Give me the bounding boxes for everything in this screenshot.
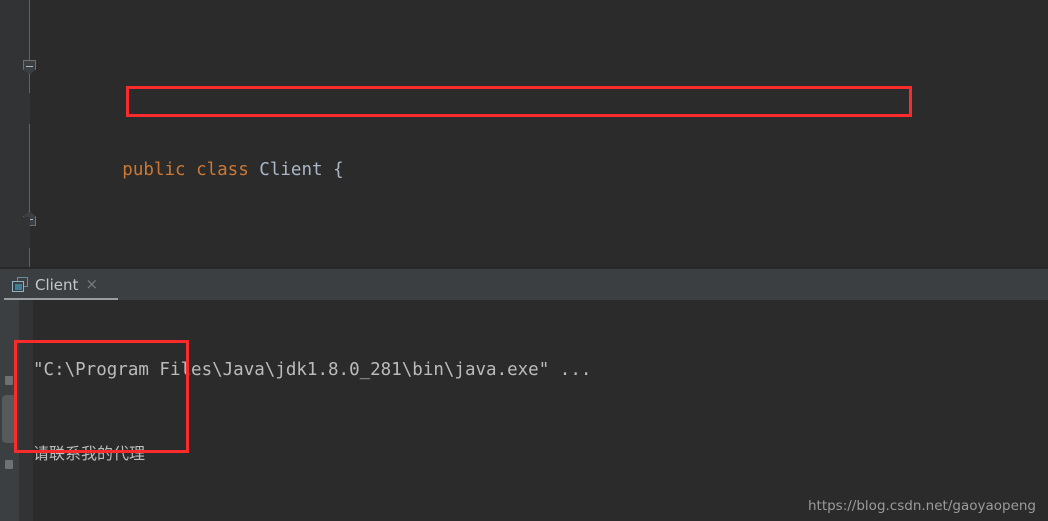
code-line[interactable]: public class Client {: [0, 93, 1048, 180]
run-window-sidebar[interactable]: [0, 300, 19, 521]
code-line[interactable]: public static void main(String[] args) {: [0, 217, 1048, 248]
tab-client[interactable]: Client ×: [6, 269, 106, 300]
tab-label: Client: [35, 275, 79, 294]
code-content[interactable]: public class Client { public static void…: [0, 0, 1048, 267]
close-icon[interactable]: ×: [85, 277, 98, 292]
token-brace: {: [333, 160, 344, 180]
token-class-name: Client: [259, 160, 323, 180]
console-line: "C:\Program Files\Java\jdk1.8.0_281\bin\…: [33, 360, 592, 380]
run-tool-window: Client × "C:\Program Files\Java\jdk1.8.0…: [0, 269, 1048, 521]
token-keyword: class: [196, 160, 249, 180]
code-editor[interactable]: public class Client { public static void…: [0, 0, 1048, 267]
watermark-url: https://blog.csdn.net/gaoyaopeng: [807, 498, 1036, 514]
console-line: 请联系我的代理: [33, 444, 146, 463]
run-console-icon: [12, 277, 28, 292]
sidebar-button-bottom[interactable]: [5, 460, 13, 469]
gutter-cell: [0, 93, 30, 124]
intellij-idea-window: public class Client { public static void…: [0, 0, 1048, 521]
gutter-cell: [0, 217, 30, 248]
console-text-block: "C:\Program Files\Java\jdk1.8.0_281\bin\…: [33, 300, 591, 521]
sidebar-button-top[interactable]: [5, 376, 13, 385]
sidebar-scroll-thumb[interactable]: [2, 395, 16, 443]
console-output[interactable]: "C:\Program Files\Java\jdk1.8.0_281\bin\…: [19, 300, 1048, 521]
run-tab-strip: Client ×: [0, 269, 1048, 300]
console-gutter: [19, 300, 33, 521]
token-keyword: public: [122, 160, 186, 180]
